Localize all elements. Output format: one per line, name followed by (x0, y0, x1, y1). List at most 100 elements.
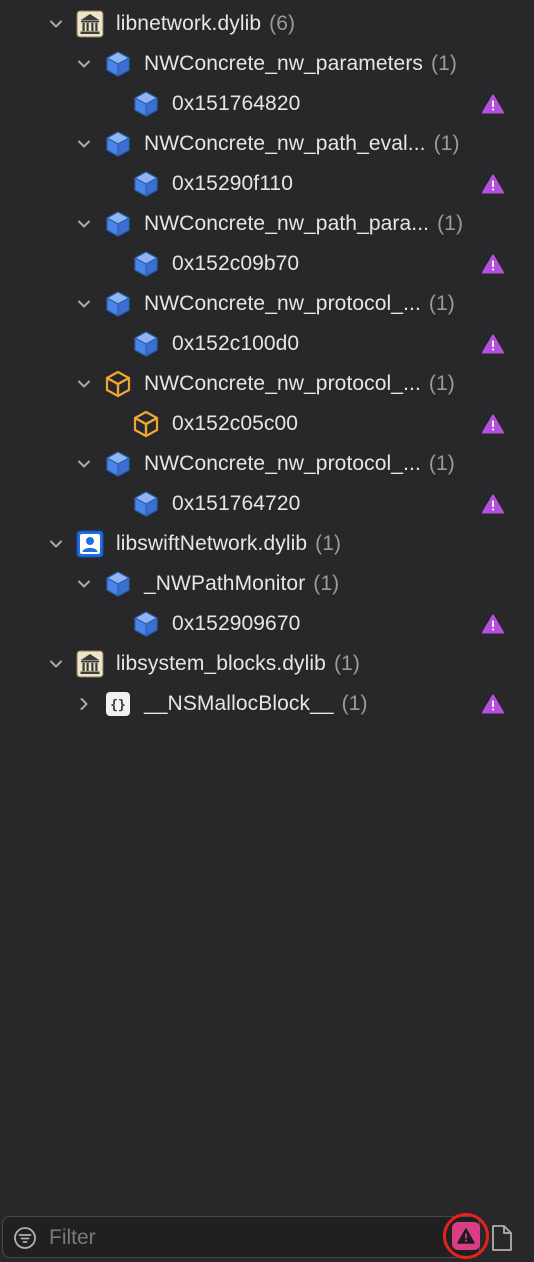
block-braces-icon: {} (104, 690, 132, 718)
row-label: NWConcrete_nw_protocol_... (144, 292, 421, 315)
instance-row[interactable]: 0x152c09b70 (0, 244, 534, 284)
class-cube-icon (104, 290, 132, 318)
chevron-down-icon[interactable] (74, 214, 94, 234)
row-count: (1) (431, 52, 457, 75)
document-icon[interactable] (490, 1224, 514, 1252)
instance-cube-icon (132, 490, 160, 518)
row-label-group: NWConcrete_nw_path_eval... (1) (144, 132, 460, 156)
chevron-down-icon[interactable] (74, 574, 94, 594)
class-row[interactable]: NWConcrete_nw_protocol_... (1) (0, 284, 534, 324)
row-count: (1) (315, 532, 342, 555)
row-label-group: libswiftNetwork.dylib (1) (116, 532, 341, 556)
chevron-down-icon[interactable] (74, 54, 94, 74)
instance-row[interactable]: 0x151764720 (0, 484, 534, 524)
row-label: libswiftNetwork.dylib (116, 532, 308, 555)
row-label-group: 0x151764720 (172, 492, 300, 516)
class-row[interactable]: NWConcrete_nw_parameters (1) (0, 44, 534, 84)
svg-text:{}: {} (110, 698, 126, 713)
leak-warning-icon[interactable] (482, 174, 504, 194)
row-label-group: _NWPathMonitor (1) (144, 572, 339, 596)
row-label: 0x152c09b70 (172, 252, 300, 275)
row-label-group: 0x152c100d0 (172, 332, 299, 356)
class-cube-icon (104, 450, 132, 478)
class-cube-icon (104, 210, 132, 238)
filter-input[interactable] (47, 1223, 431, 1253)
leak-warning-icon[interactable] (482, 334, 504, 354)
row-label: 0x152c100d0 (172, 332, 300, 355)
leak-warning-icon[interactable] (482, 694, 504, 714)
row-label: 0x151764720 (172, 492, 301, 515)
chevron-down-icon[interactable] (74, 374, 94, 394)
row-label-group: NWConcrete_nw_protocol_... (1) (144, 452, 455, 476)
row-label-group: NWConcrete_nw_protocol_... (1) (144, 292, 455, 316)
row-label-group: 0x152c09b70 (172, 252, 299, 276)
instance-cube-icon (132, 170, 160, 198)
row-label: _NWPathMonitor (144, 572, 306, 595)
class-row[interactable]: _NWPathMonitor (1) (0, 564, 534, 604)
leak-warning-icon[interactable] (482, 254, 504, 274)
row-label-group: 0x15290f110 (172, 172, 293, 196)
leak-warning-icon[interactable] (482, 94, 504, 114)
class-row[interactable]: NWConcrete_nw_path_eval... (1) (0, 124, 534, 164)
show-issues-toggle-button[interactable] (443, 1213, 489, 1259)
row-count: (1) (313, 572, 340, 595)
row-count: (1) (428, 292, 455, 315)
row-label: NWConcrete_nw_protocol_... (144, 452, 421, 475)
leak-warning-icon[interactable] (482, 414, 504, 434)
class-cube-icon (104, 570, 132, 598)
instance-cube-icon (132, 250, 160, 278)
row-label-group: 0x152c05c00 (172, 412, 298, 436)
instance-cube-icon (132, 90, 160, 118)
row-count: (6) (269, 12, 296, 35)
instance-row[interactable]: 0x151764820 (0, 84, 534, 124)
class-row[interactable]: NWConcrete_nw_path_para... (1) (0, 204, 534, 244)
row-count: (1) (433, 132, 460, 155)
row-count: (1) (437, 212, 464, 235)
row-label: libnetwork.dylib (116, 12, 262, 35)
chevron-down-icon[interactable] (74, 134, 94, 154)
library-row[interactable]: libsystem_blocks.dylib (1) (0, 644, 534, 684)
library-row[interactable]: libnetwork.dylib (6) (0, 4, 534, 44)
row-label: NWConcrete_nw_parameters (144, 52, 424, 75)
chevron-down-icon[interactable] (46, 654, 66, 674)
class-cube-icon (104, 130, 132, 158)
warning-icon (452, 1222, 480, 1250)
row-label: 0x151764820 (172, 92, 301, 115)
class-cube-icon (104, 50, 132, 78)
instance-cube-icon (132, 330, 160, 358)
instance-row[interactable]: 0x152909670 (0, 604, 534, 644)
library-icon (76, 650, 104, 678)
library-icon (76, 10, 104, 38)
instance-row[interactable]: 0x15290f110 (0, 164, 534, 204)
row-count: (1) (341, 692, 368, 715)
instance-row[interactable]: 0x152c100d0 (0, 324, 534, 364)
row-label-group: libnetwork.dylib (6) (116, 12, 295, 36)
chevron-down-icon[interactable] (74, 454, 94, 474)
chevron-down-icon[interactable] (46, 14, 66, 34)
row-label-group: __NSMallocBlock__ (1) (144, 692, 368, 716)
row-label: __NSMallocBlock__ (144, 692, 334, 715)
row-label: NWConcrete_nw_path_para... (144, 212, 430, 235)
swift-instance-cube-icon (132, 410, 160, 438)
row-count: (1) (333, 652, 360, 675)
row-count: (1) (428, 372, 455, 395)
row-label-group: libsystem_blocks.dylib (1) (116, 652, 360, 676)
class-row[interactable]: NWConcrete_nw_protocol_... (1) (0, 444, 534, 484)
class-row[interactable]: NWConcrete_nw_protocol_... (1) (0, 364, 534, 404)
chevron-down-icon[interactable] (74, 294, 94, 314)
filter-icon[interactable] (13, 1226, 37, 1250)
row-label-group: NWConcrete_nw_protocol_... (1) (144, 372, 455, 396)
leak-warning-icon[interactable] (482, 614, 504, 634)
row-label: NWConcrete_nw_protocol_... (144, 372, 421, 395)
filter-bar (2, 1216, 480, 1258)
library-row[interactable]: libswiftNetwork.dylib (1) (0, 524, 534, 564)
instance-row[interactable]: 0x152c05c00 (0, 404, 534, 444)
chevron-down-icon[interactable] (46, 534, 66, 554)
leak-warning-icon[interactable] (482, 494, 504, 514)
row-label: libsystem_blocks.dylib (116, 652, 326, 675)
chevron-right-icon[interactable] (74, 694, 94, 714)
row-label: NWConcrete_nw_path_eval... (144, 132, 426, 155)
row-label-group: NWConcrete_nw_parameters (1) (144, 52, 457, 76)
row-label: 0x152c05c00 (172, 412, 299, 435)
class-row[interactable]: {} __NSMallocBlock__ (1) (0, 684, 534, 724)
